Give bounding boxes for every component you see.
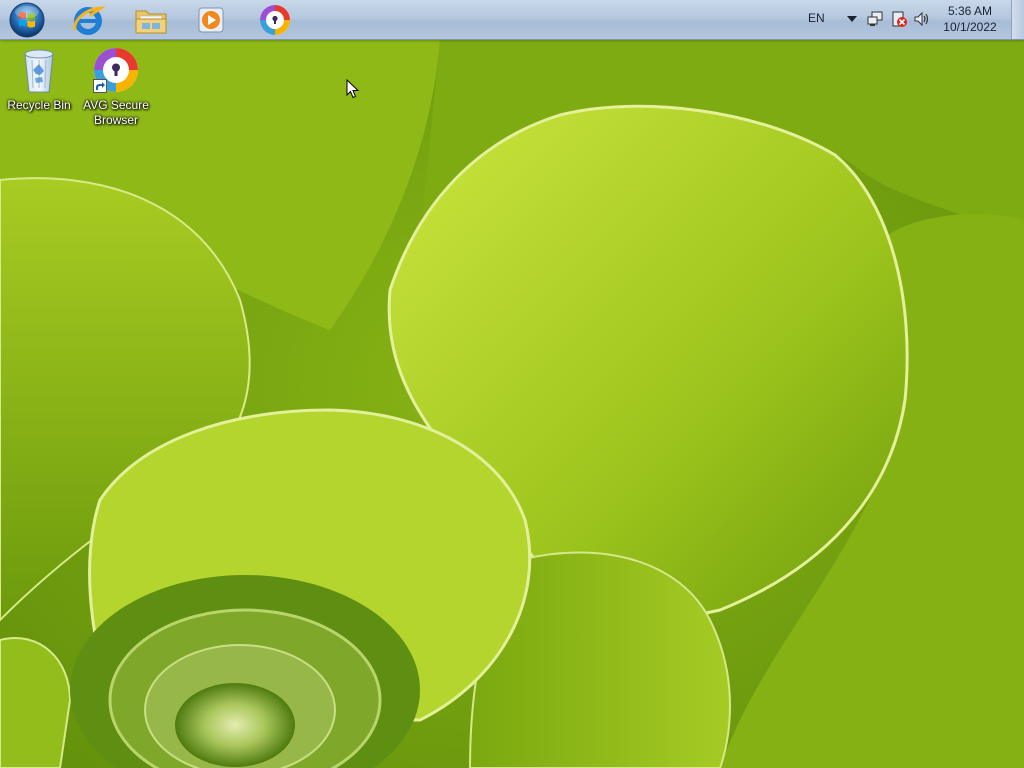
desktop-icon-label: Recycle Bin [7, 98, 71, 112]
taskbar-clock[interactable]: 5:36 AM 10/1/2022 [940, 3, 1000, 35]
taskbar-windows-explorer-button[interactable] [129, 2, 173, 37]
language-indicator[interactable]: EN [808, 11, 825, 25]
chevron-down-icon [847, 16, 857, 22]
action-center-icon[interactable] [890, 10, 908, 28]
avg-browser-icon [260, 4, 290, 35]
clock-date: 10/1/2022 [943, 20, 997, 34]
recycle-bin-icon [15, 46, 63, 94]
show-hidden-icons-button[interactable] [844, 12, 860, 26]
desktop-icon-avg-secure-browser[interactable]: AVG Secure Browser [78, 46, 154, 128]
media-player-icon [198, 7, 224, 32]
shortcut-arrow-icon [93, 79, 107, 93]
desktop-icon-recycle-bin[interactable]: Recycle Bin [1, 46, 77, 113]
desktop-screen: EN 5:36 AM 10/1/2022 Recycle Bin AVG Sec… [0, 0, 1024, 768]
network-icon[interactable] [866, 10, 884, 28]
desktop-icon-label-line-1: AVG Secure [83, 98, 149, 112]
internet-explorer-icon [73, 5, 105, 35]
taskbar-avg-browser-button[interactable] [253, 2, 297, 37]
windows-orb-icon [9, 2, 45, 37]
taskbar-internet-explorer-button[interactable] [66, 2, 110, 37]
desktop-icon-label: AVG Secure Browser [78, 98, 154, 128]
volume-icon[interactable] [913, 10, 931, 28]
start-button[interactable] [4, 2, 50, 37]
show-desktop-button[interactable] [1011, 0, 1024, 39]
mouse-cursor-icon [346, 79, 360, 99]
avg-browser-icon [92, 46, 140, 94]
desktop-icon-label-line-2: Browser [93, 113, 138, 127]
taskbar-media-player-button[interactable] [189, 2, 233, 37]
taskbar: EN 5:36 AM 10/1/2022 [0, 0, 1024, 40]
system-tray: EN 5:36 AM 10/1/2022 [784, 0, 1024, 39]
clock-time: 5:36 AM [947, 4, 993, 18]
folder-icon [135, 10, 167, 33]
